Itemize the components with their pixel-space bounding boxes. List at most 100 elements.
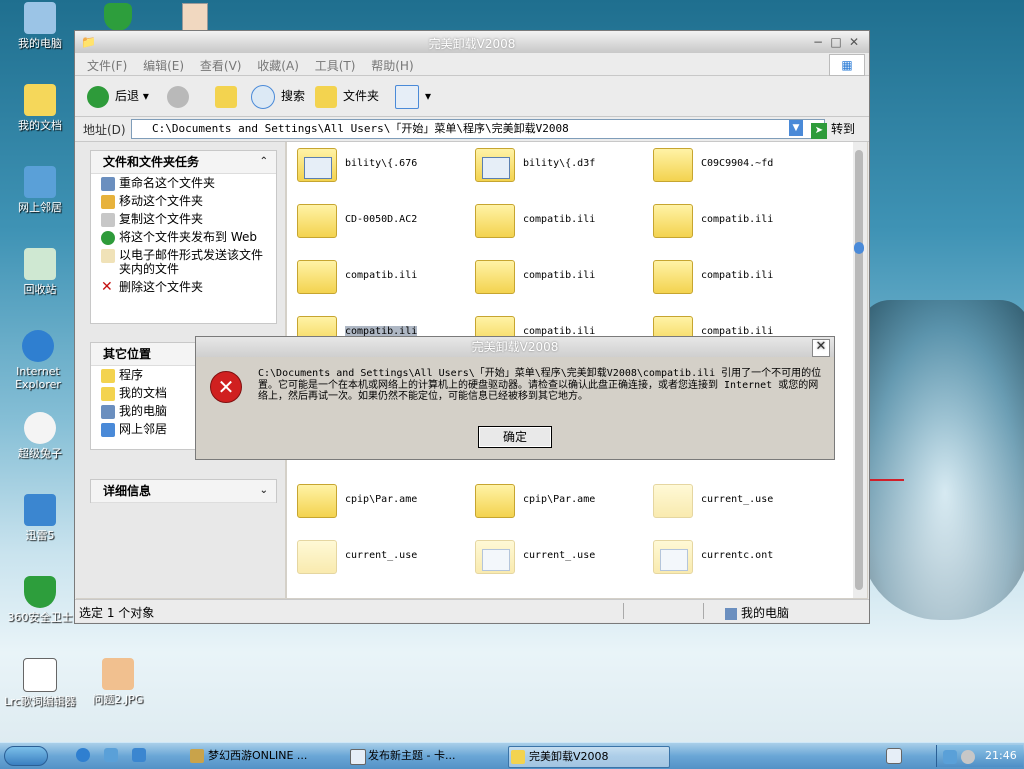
file-item[interactable]: compatib.ili [297, 256, 472, 306]
desktop-icon-image-file[interactable]: 问题2.JPG [78, 658, 158, 706]
back-button[interactable]: 后退 ▾ [87, 84, 149, 108]
taskbar-item[interactable]: 发布新主题 - 卡... [348, 746, 508, 766]
desktop-icon-360[interactable]: 360安全卫士 [0, 576, 80, 624]
network-tray-icon[interactable] [943, 750, 957, 764]
status-bar: 选定 1 个对象 我的电脑 [75, 599, 869, 622]
expand-icon[interactable]: ⌄ [260, 480, 268, 502]
clock[interactable]: 21:46 [985, 749, 1017, 762]
menu-favorites[interactable]: 收藏(A) [257, 57, 299, 74]
task-delete[interactable]: ✕ 删除这个文件夹 [91, 278, 276, 296]
up-folder-icon [215, 85, 237, 108]
task-copy[interactable]: 复制这个文件夹 [91, 210, 276, 228]
forward-button[interactable] [167, 84, 195, 108]
shield-desktop-icon[interactable] [104, 3, 132, 31]
volume-tray-icon[interactable] [961, 750, 975, 764]
task-label: 删除这个文件夹 [119, 280, 204, 294]
file-name: compatib.ili [701, 270, 774, 281]
scroll-knob[interactable] [854, 242, 864, 254]
close-button[interactable]: ✕ [847, 35, 861, 49]
desktop-icon-label: 360安全卫士 [7, 611, 73, 624]
file-item[interactable]: cpip\Par.ame [297, 480, 472, 530]
move-icon [101, 195, 115, 209]
file-tasks-title: 文件和文件夹任务 [103, 155, 200, 169]
file-item[interactable]: compatib.ili [475, 256, 650, 306]
desktop-icon-my-computer[interactable]: 我的电脑 [0, 2, 80, 50]
views-button[interactable]: ▾ [395, 84, 431, 109]
ie-quicklaunch-icon[interactable] [76, 748, 90, 762]
desktop-icon-ie[interactable]: Internet Explorer [0, 330, 76, 391]
image-desktop-icon[interactable] [182, 3, 208, 33]
menu-file[interactable]: 文件(F) [87, 57, 127, 74]
file-item[interactable]: compatib.ili [653, 256, 828, 306]
task-email[interactable]: 以电子邮件形式发送该文件夹内的文件 [91, 246, 276, 278]
minimize-button[interactable]: − [811, 35, 825, 49]
file-item[interactable]: C09C9904.~fd [653, 144, 828, 194]
scroll-thumb[interactable] [855, 150, 863, 590]
menu-tools[interactable]: 工具(T) [315, 57, 356, 74]
taskbar-item-active[interactable]: 完美卸载V2008 [508, 746, 670, 768]
network-icon [101, 423, 115, 437]
keyboard-tray-icon[interactable] [886, 748, 902, 764]
go-button[interactable]: ➤ 转到 [811, 120, 855, 139]
file-item[interactable]: compatib.ili [475, 200, 650, 250]
file-item[interactable]: currentc.ont [653, 536, 828, 586]
dialog-close-button[interactable]: ✕ [812, 339, 830, 357]
search-label: 搜索 [281, 89, 306, 103]
task-label: 重命名这个文件夹 [119, 176, 216, 190]
desktop-icon-recycle-bin[interactable]: 回收站 [0, 248, 80, 296]
address-dropdown-icon[interactable]: ▼ [789, 120, 803, 136]
menu-view[interactable]: 查看(V) [200, 57, 242, 74]
back-label: 后退 [115, 89, 140, 103]
file-name: current_.use [701, 494, 774, 505]
error-icon: ✕ [210, 371, 242, 403]
go-label: 转到 [831, 122, 856, 136]
task-rename[interactable]: 重命名这个文件夹 [91, 174, 276, 192]
desktop-icon-network[interactable]: 网上邻居 [0, 166, 80, 214]
task-publish-web[interactable]: 将这个文件夹发布到 Web [91, 228, 276, 246]
file-item[interactable]: current_.use [475, 536, 650, 586]
menu-help[interactable]: 帮助(H) [371, 57, 413, 74]
system-tray: 21:46 [936, 745, 1023, 767]
folder-icon [653, 148, 693, 182]
address-input[interactable]: C:\Documents and Settings\All Users\「开始」… [131, 119, 825, 139]
ok-button[interactable]: 确定 [478, 426, 552, 448]
task-label: 将这个文件夹发布到 Web [119, 230, 257, 244]
file-item[interactable]: compatib.ili [653, 200, 828, 250]
game-icon [190, 749, 204, 763]
folders-button[interactable]: 文件夹 [315, 84, 379, 108]
task-move[interactable]: 移动这个文件夹 [91, 192, 276, 210]
desktop-icon-lrc-editor[interactable]: Lrc歌词编辑器 [0, 658, 80, 708]
details-header[interactable]: 详细信息 ⌄ [91, 480, 276, 503]
file-item[interactable]: bility\{.d3f [475, 144, 650, 194]
file-tasks-header[interactable]: 文件和文件夹任务 ⌃ [91, 151, 276, 174]
desktop-icon-rabbit[interactable]: 超级兔子 [0, 412, 80, 460]
dialog-titlebar[interactable]: 完美卸载V2008 ✕ [196, 337, 834, 357]
file-item[interactable]: current_.use [297, 536, 472, 586]
desktop-icon-xunlei[interactable]: 迅雷5 [0, 494, 80, 542]
menu-edit[interactable]: 编辑(E) [143, 57, 184, 74]
computer-icon [725, 607, 737, 620]
folder-icon [653, 204, 693, 238]
file-item[interactable]: cpip\Par.ame [475, 480, 650, 530]
collapse-icon[interactable]: ⌃ [260, 151, 268, 173]
documents-folder-icon [24, 84, 56, 116]
desktop-icon-label: 我的文档 [18, 119, 62, 132]
quicklaunch-icon[interactable] [104, 748, 118, 762]
desktop-icon-label: 回收站 [23, 283, 57, 296]
maximize-button[interactable]: □ [829, 35, 843, 49]
file-name: currentc.ont [701, 550, 774, 561]
file-name: CD-0050D.AC2 [345, 214, 418, 225]
up-folder-button[interactable] [215, 84, 243, 108]
start-button[interactable] [4, 746, 48, 766]
file-item[interactable]: current_.use [653, 480, 828, 530]
desktop-icon-my-documents[interactable]: 我的文档 [0, 84, 80, 132]
copy-icon [101, 213, 115, 227]
file-item[interactable]: CD-0050D.AC2 [297, 200, 472, 250]
window-titlebar[interactable]: 📁 完美卸载V2008 − □ ✕ [75, 31, 869, 54]
vertical-scrollbar[interactable] [853, 142, 867, 598]
xunlei-quicklaunch-icon[interactable] [132, 748, 146, 762]
search-button[interactable]: 搜索 [251, 84, 306, 109]
folder-icon [297, 540, 337, 574]
file-item[interactable]: bility\{.676 [297, 144, 472, 194]
taskbar-item[interactable]: 梦幻西游ONLINE ... [188, 746, 348, 766]
